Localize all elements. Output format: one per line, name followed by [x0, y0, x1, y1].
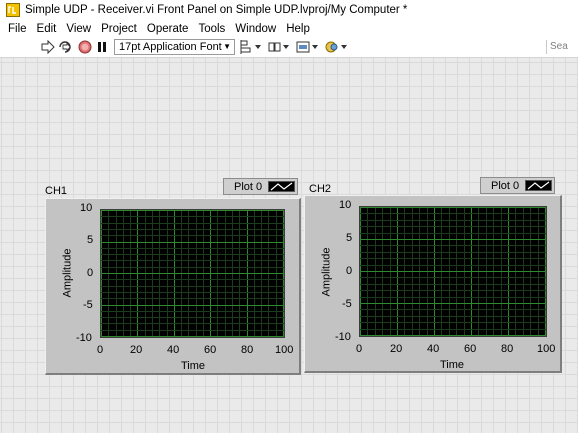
menu-tools[interactable]: Tools: [193, 23, 230, 35]
y-tick-label: 0: [87, 267, 94, 279]
reorder-button[interactable]: [325, 40, 348, 54]
search-input[interactable]: Sea: [546, 40, 578, 54]
waveform-chart-ch2[interactable]: 10 5 0 -5 -10 0 20 40 60 80 100 Time Amp…: [304, 195, 562, 373]
align-objects-button[interactable]: [240, 40, 262, 54]
x-tick-label: 0: [356, 343, 363, 355]
y-axis-title: Amplitude: [61, 248, 74, 298]
x-tick-label: 80: [241, 344, 254, 356]
x-tick-label: 20: [130, 344, 143, 356]
window-title: Simple UDP - Receiver.vi Front Panel on …: [25, 4, 408, 16]
run-button[interactable]: [41, 40, 55, 54]
abort-button[interactable]: [78, 40, 92, 54]
title-bar: Simple UDP - Receiver.vi Front Panel on …: [0, 0, 578, 20]
y-tick-label: 0: [346, 265, 353, 277]
x-tick-label: 60: [464, 343, 477, 355]
plot-legend-ch1[interactable]: Plot 0: [223, 178, 298, 195]
x-tick-label: 60: [204, 344, 217, 356]
run-continuously-icon: [59, 41, 71, 53]
plot-line-icon: [268, 181, 295, 192]
x-axis-title: Time: [181, 360, 206, 372]
font-selector-value: 17pt Application Font: [119, 41, 222, 53]
resize-objects-button[interactable]: [296, 40, 319, 54]
y-tick-label: 10: [339, 199, 352, 211]
run-continuously-button[interactable]: [58, 40, 73, 54]
y-tick-label: 5: [346, 232, 353, 244]
y-tick-label: 5: [87, 234, 94, 246]
menu-window[interactable]: Window: [230, 23, 281, 35]
chart-label-ch2: CH2: [309, 183, 332, 195]
menu-file[interactable]: File: [3, 23, 32, 35]
menu-project[interactable]: Project: [96, 23, 142, 35]
x-tick-label: 100: [537, 343, 556, 355]
labview-app-icon: [6, 3, 20, 17]
toolbar: 17pt Application Font ▼ Sea: [0, 37, 578, 58]
menu-help[interactable]: Help: [281, 23, 315, 35]
x-tick-label: 40: [167, 344, 180, 356]
x-axis-title: Time: [440, 359, 465, 371]
menu-view[interactable]: View: [61, 23, 96, 35]
chart-label-ch1: CH1: [45, 185, 68, 197]
plot-legend-ch2[interactable]: Plot 0: [480, 177, 555, 194]
distribute-objects-icon: [268, 42, 289, 52]
x-tick-label: 80: [501, 343, 514, 355]
plot-area[interactable]: [100, 209, 285, 338]
y-tick-label: -5: [83, 299, 93, 311]
y-tick-label: 10: [80, 202, 93, 214]
legend-plot-name: Plot 0: [491, 179, 520, 192]
reorder-icon: [325, 41, 347, 53]
y-tick-label: -10: [335, 331, 351, 343]
run-arrow-icon: [41, 40, 55, 54]
x-tick-label: 0: [97, 344, 104, 356]
align-objects-icon: [240, 40, 261, 54]
font-selector-dropdown[interactable]: 17pt Application Font ▼: [114, 39, 235, 55]
menu-operate[interactable]: Operate: [142, 23, 194, 35]
x-tick-label: 40: [427, 343, 440, 355]
resize-objects-icon: [296, 41, 318, 53]
distribute-objects-button[interactable]: [268, 40, 290, 54]
y-tick-label: -5: [342, 298, 352, 310]
y-axis-title: Amplitude: [320, 247, 333, 297]
plot-area[interactable]: [359, 206, 547, 337]
x-tick-label: 100: [275, 344, 294, 356]
plot-grid: [360, 207, 546, 336]
menu-edit[interactable]: Edit: [32, 23, 62, 35]
y-tick-label: -10: [76, 332, 92, 344]
plot-line-icon: [525, 180, 552, 191]
pause-icon: [98, 42, 106, 52]
waveform-chart-ch1[interactable]: 10 5 0 -5 -10 0 20 40 60 80 100 Time Amp…: [45, 198, 301, 375]
pause-button[interactable]: [96, 40, 108, 54]
plot-grid: [101, 210, 284, 337]
search-input-text: Sea: [550, 41, 568, 52]
legend-plot-name: Plot 0: [234, 180, 263, 193]
x-tick-label: 20: [390, 343, 403, 355]
menu-bar: File Edit View Project Operate Tools Win…: [0, 20, 578, 37]
chevron-down-icon: ▼: [223, 42, 231, 51]
abort-stop-icon: [78, 40, 92, 54]
